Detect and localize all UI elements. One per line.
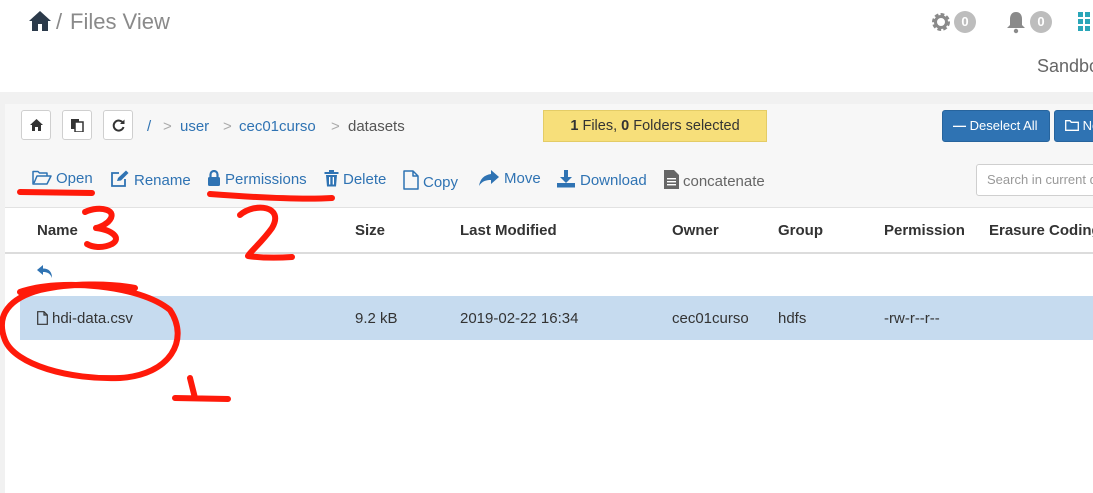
copy-action[interactable]: Copy xyxy=(403,170,458,192)
download-icon xyxy=(557,170,575,188)
selection-summary: 1 Files, 0 Folders selected xyxy=(543,110,767,142)
file-permission-cell: -rw-r--r-- xyxy=(884,310,940,327)
file-name: hdi-data.csv xyxy=(52,310,133,327)
file-copy-icon xyxy=(403,170,419,190)
selected-folders-label: Folders selected xyxy=(629,118,740,134)
actions-toolbar: Open Rename Permissions Delete Copy Move… xyxy=(5,154,1093,208)
download-action[interactable]: Download xyxy=(556,170,647,192)
breadcrumb-cec01curso[interactable]: cec01curso xyxy=(239,118,316,135)
file-name-cell[interactable]: hdi-data.csv xyxy=(37,310,133,327)
trash-icon xyxy=(324,170,339,187)
folder-icon xyxy=(1065,120,1079,131)
home-button[interactable] xyxy=(21,110,51,140)
column-erasure-coding[interactable]: Erasure Coding xyxy=(989,222,1093,239)
table-row[interactable]: hdi-data.csv 9.2 kB 2019-02-22 16:34 cec… xyxy=(20,296,1093,340)
page-title: Files View xyxy=(70,9,170,34)
refresh-button[interactable] xyxy=(103,110,133,140)
deselect-all-label: Deselect All xyxy=(969,118,1038,133)
file-modified-cell: 2019-02-22 16:34 xyxy=(460,310,579,327)
permissions-label: Permissions xyxy=(225,171,307,188)
file-size-cell: 9.2 kB xyxy=(355,310,398,327)
move-action[interactable]: Move xyxy=(478,170,541,192)
breadcrumb-user[interactable]: user xyxy=(180,118,209,135)
notifications-count-badge: 0 xyxy=(1030,11,1052,33)
selected-files-label: Files, xyxy=(578,118,622,134)
delete-label: Delete xyxy=(343,171,387,188)
sandbox-label[interactable]: Sandbo xyxy=(1037,56,1093,77)
concatenate-action[interactable]: concatenate xyxy=(664,170,765,192)
delete-action[interactable]: Delete xyxy=(324,170,386,192)
bell-icon[interactable] xyxy=(1004,10,1028,34)
lock-icon xyxy=(208,169,220,186)
rename-label: Rename xyxy=(134,172,191,189)
breadcrumb-separator: > xyxy=(331,118,340,135)
file-owner-cell: cec01curso xyxy=(672,310,749,327)
column-last-modified[interactable]: Last Modified xyxy=(460,222,557,239)
copy-path-button[interactable] xyxy=(62,110,92,140)
title-separator: / xyxy=(56,9,63,34)
column-owner[interactable]: Owner xyxy=(672,222,719,239)
column-name[interactable]: Name xyxy=(37,222,78,239)
search-input[interactable]: Search in current d xyxy=(976,164,1093,196)
deselect-all-button[interactable]: — Deselect All xyxy=(942,110,1050,142)
home-small-icon xyxy=(30,119,43,131)
selected-folders-count: 0 xyxy=(621,118,630,134)
apps-grid-icon[interactable] xyxy=(1076,10,1093,34)
breadcrumb-separator: > xyxy=(163,118,172,135)
file-icon xyxy=(37,311,48,325)
open-action[interactable]: Open xyxy=(32,170,93,192)
folder-open-icon xyxy=(32,170,52,185)
move-label: Move xyxy=(504,170,541,187)
download-label: Download xyxy=(580,172,647,189)
breadcrumb-root[interactable]: / xyxy=(147,118,151,135)
open-label: Open xyxy=(56,170,93,187)
breadcrumb-separator: > xyxy=(223,118,232,135)
copy-path-icon xyxy=(71,119,84,132)
home-icon[interactable] xyxy=(28,10,52,32)
column-group[interactable]: Group xyxy=(778,222,823,239)
file-group-cell: hdfs xyxy=(778,310,807,327)
edit-icon xyxy=(111,170,129,187)
files-panel: / > user > cec01curso > datasets 1 Files… xyxy=(5,104,1093,493)
minus-icon: — xyxy=(953,118,966,133)
parent-directory-icon[interactable] xyxy=(36,264,54,280)
column-permission[interactable]: Permission xyxy=(884,222,965,239)
gear-icon[interactable] xyxy=(929,10,953,34)
new-folder-button[interactable]: Ne xyxy=(1054,110,1093,142)
share-arrow-icon xyxy=(479,170,499,186)
breadcrumb-datasets: datasets xyxy=(348,118,405,135)
refresh-icon xyxy=(112,119,125,132)
file-text-icon xyxy=(664,170,679,189)
permissions-action[interactable]: Permissions xyxy=(207,169,307,192)
header-divider xyxy=(0,92,1093,104)
top-header: / Files View 0 0 Sandbo xyxy=(0,0,1093,92)
settings-count-badge: 0 xyxy=(954,11,976,33)
table-header: Name Size Last Modified Owner Group Perm… xyxy=(5,208,1093,254)
breadcrumb-toolbar: / > user > cec01curso > datasets 1 Files… xyxy=(5,104,1093,155)
rename-action[interactable]: Rename xyxy=(110,170,191,192)
column-size[interactable]: Size xyxy=(355,222,385,239)
copy-label: Copy xyxy=(423,174,459,191)
concatenate-label: concatenate xyxy=(683,173,765,190)
new-folder-label: Ne xyxy=(1082,118,1093,133)
